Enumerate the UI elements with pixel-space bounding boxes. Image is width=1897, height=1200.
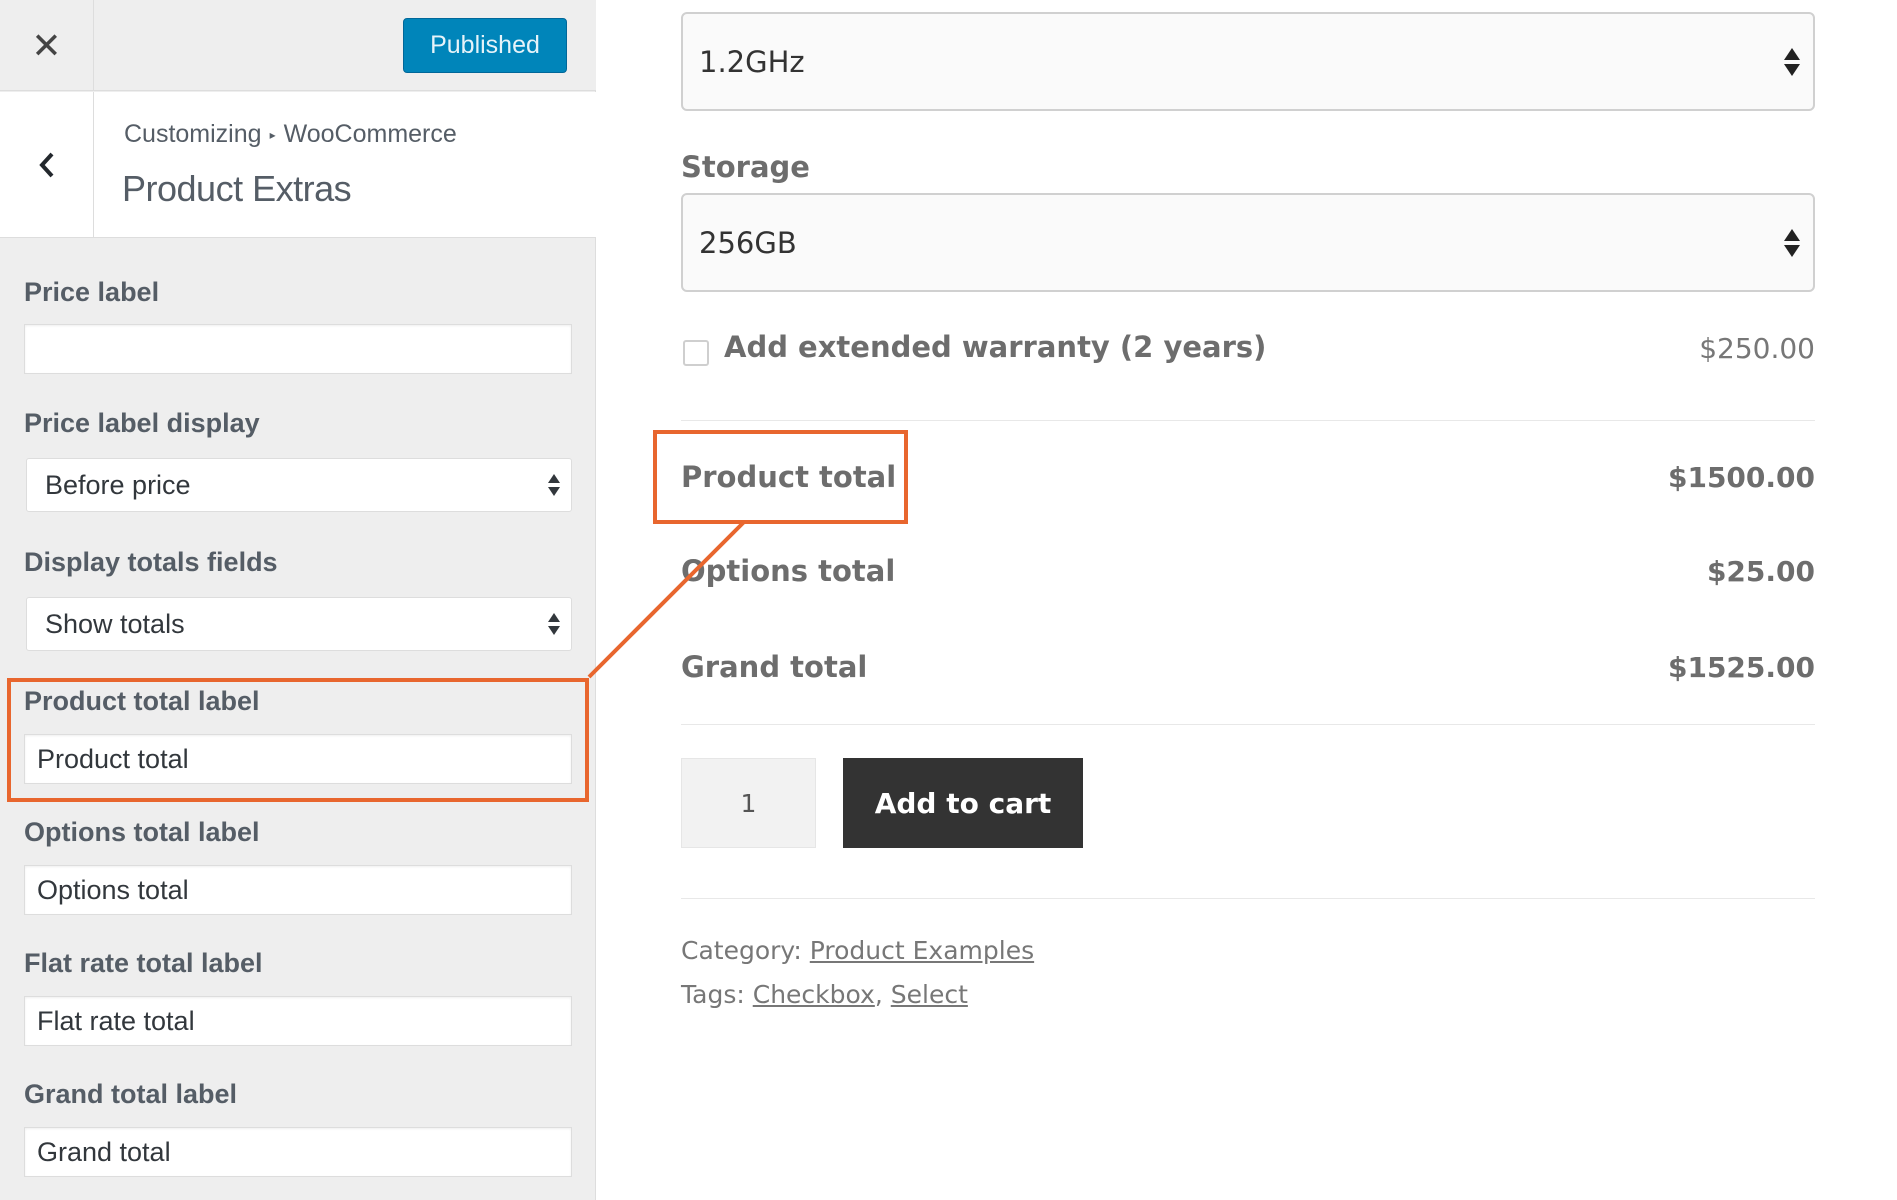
category-label: Category: (681, 936, 802, 965)
options-total-label-input[interactable]: Options total (24, 865, 572, 915)
processor-select-value: 1.2GHz (699, 44, 805, 79)
select-arrows-icon (548, 474, 560, 496)
warranty-checkbox[interactable] (683, 340, 709, 366)
select-arrows-icon (1784, 228, 1800, 257)
price-label-label: Price label (24, 277, 160, 307)
add-to-cart-button[interactable]: Add to cart (843, 758, 1083, 848)
product-total-value: $1500.00 (1667, 461, 1815, 494)
display-totals-fields-select[interactable]: Show totals (26, 597, 572, 651)
storage-label: Storage (681, 150, 810, 184)
breadcrumb: Customizing ▸ WooCommerce (124, 120, 457, 149)
options-total-label-label: Options total label (24, 817, 260, 847)
price-label-input[interactable] (24, 324, 572, 374)
close-icon: ✕ (31, 24, 62, 66)
divider (681, 898, 1815, 899)
customizer-panel: ✕ Published Customizing ▸ WooCommerce Pr… (0, 0, 596, 1200)
options-total-label: Options total (681, 554, 896, 588)
warranty-label: Add extended warranty (2 years) (724, 330, 1267, 364)
tag-separator: , (874, 980, 883, 1009)
customizer-header-bar: ✕ Published (0, 0, 596, 91)
price-label-display-select[interactable]: Before price (26, 458, 572, 512)
price-label-display-value: Before price (45, 469, 191, 500)
product-category: Category: Product Examples (681, 936, 1034, 965)
select-arrows-icon (548, 613, 560, 635)
grand-total-label-input[interactable]: Grand total (24, 1127, 572, 1177)
breadcrumb-root: Customizing (124, 120, 262, 148)
grand-total-value: $1525.00 (1667, 651, 1815, 684)
flat-rate-total-label-input[interactable]: Flat rate total (24, 996, 572, 1046)
publish-button[interactable]: Published (403, 18, 567, 73)
highlight-box-product-total (653, 430, 908, 524)
tag-link-checkbox[interactable]: Checkbox (753, 980, 875, 1009)
tags-label: Tags: (681, 980, 745, 1009)
section-header: Customizing ▸ WooCommerce Product Extras (0, 92, 596, 238)
storage-select-value: 256GB (699, 225, 797, 260)
highlight-box-product-total-label (7, 678, 589, 802)
category-link[interactable]: Product Examples (810, 936, 1034, 965)
breadcrumb-parent: WooCommerce (283, 120, 457, 148)
product-tags: Tags: Checkbox, Select (681, 980, 968, 1009)
select-arrows-icon (1784, 47, 1800, 76)
price-label-display-label: Price label display (24, 408, 260, 438)
grand-total-label-label: Grand total label (24, 1079, 238, 1109)
divider (681, 420, 1815, 421)
chevron-left-icon (38, 152, 53, 178)
section-title: Product Extras (122, 168, 352, 209)
processor-select[interactable]: 1.2GHz (681, 12, 1815, 111)
options-total-value: $25.00 (1706, 555, 1815, 588)
grand-total-label: Grand total (681, 650, 868, 684)
divider (681, 724, 1815, 725)
breadcrumb-separator: ▸ (269, 127, 276, 142)
quantity-input[interactable]: 1 (681, 758, 816, 848)
close-button[interactable]: ✕ (0, 0, 94, 91)
flat-rate-total-label-label: Flat rate total label (24, 948, 263, 978)
back-button[interactable] (0, 92, 94, 238)
warranty-price: $250.00 (1699, 332, 1815, 365)
storage-select[interactable]: 256GB (681, 193, 1815, 292)
tag-link-select[interactable]: Select (891, 980, 968, 1009)
display-totals-fields-value: Show totals (45, 608, 185, 639)
display-totals-fields-label: Display totals fields (24, 547, 278, 577)
